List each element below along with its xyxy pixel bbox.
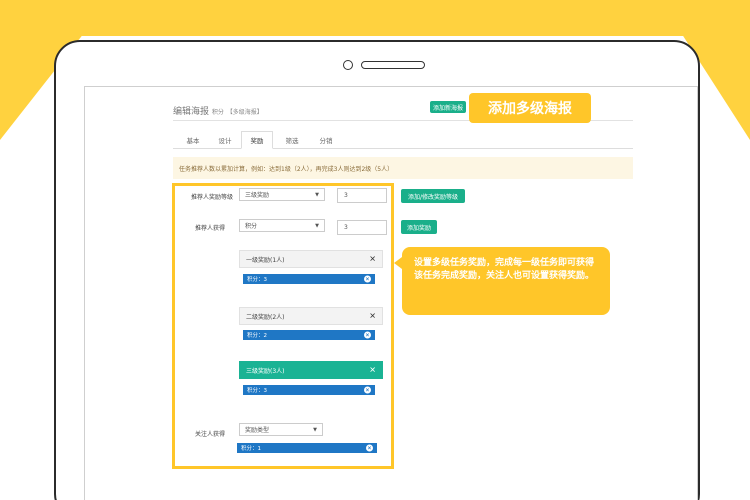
edit-level-button[interactable]: 添加/修改奖励等级 bbox=[401, 189, 465, 203]
page-title-text: 编辑海报 bbox=[173, 107, 210, 117]
page-title-sub: 积分 bbox=[211, 109, 224, 116]
speaker-icon bbox=[361, 61, 425, 69]
tab-design[interactable]: 设计 bbox=[211, 131, 239, 149]
callout-bubble: 设置多级任务奖励，完成每一级任务即可获得该任务完成奖励，关注人也可设置获得奖励。 bbox=[394, 247, 610, 315]
page-title-tag: 【多级海报】 bbox=[226, 109, 263, 116]
add-reward-button[interactable]: 添加奖励 bbox=[401, 220, 437, 234]
page-title: 编辑海报 积分 【多级海报】 bbox=[173, 104, 263, 117]
add-poster-button[interactable]: 添加新海报 bbox=[430, 101, 466, 113]
yellow-top-band bbox=[0, 0, 750, 36]
tab-basic[interactable]: 基本 bbox=[179, 131, 207, 149]
tab-reward[interactable]: 奖励 bbox=[241, 131, 273, 149]
notice-banner: 任务推荐人数以累加计算，例如：达到1级（2人），再完成3人则达到2级（5人） bbox=[173, 157, 633, 179]
tab-bar: 基本 设计 奖励 筛选 分销 bbox=[173, 131, 633, 149]
tab-filter[interactable]: 筛选 bbox=[277, 131, 307, 149]
highlight-frame bbox=[172, 183, 394, 469]
camera-icon bbox=[343, 60, 353, 70]
callout-title: 添加多级海报 bbox=[469, 93, 591, 123]
tab-distribution[interactable]: 分销 bbox=[311, 131, 341, 149]
